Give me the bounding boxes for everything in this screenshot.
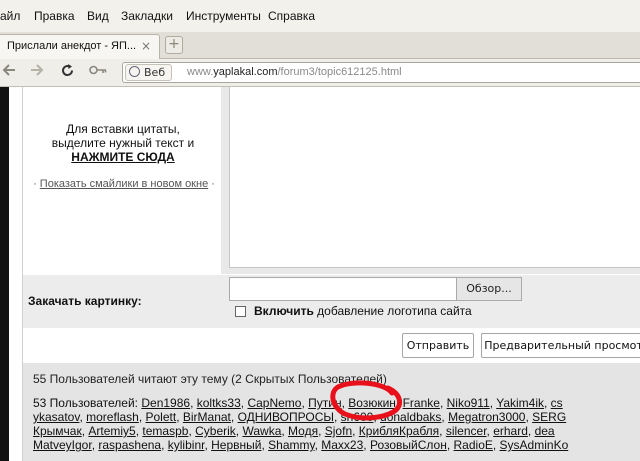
user-link[interactable]: Megatron3000 [448, 410, 525, 424]
user-link[interactable]: moreflash [86, 410, 139, 424]
user-link[interactable]: sh600 [341, 410, 374, 424]
users-row: ykasatov, moreflash, Polett, BirManat, О… [33, 410, 567, 424]
user-link[interactable]: raspashena [98, 438, 161, 452]
menu-tools[interactable]: Инструменты [186, 9, 261, 23]
url-text[interactable]: www.yaplakal.com/forum3/topic612125.html [187, 66, 402, 78]
user-link[interactable]: Путин [308, 396, 341, 410]
user-link[interactable]: erhard [493, 424, 528, 438]
menu-help[interactable]: Справка [268, 9, 315, 23]
user-link[interactable]: BirManat [183, 410, 231, 424]
logo-checkbox-label: Включить добавление логотипа сайта [254, 304, 472, 318]
new-tab-icon[interactable]: + [165, 36, 183, 54]
user-link[interactable]: SERG [532, 410, 566, 424]
user-link[interactable]: РозовыйСлон [370, 438, 447, 452]
user-link[interactable]: donaldbaks [380, 410, 441, 424]
navigation-bar: Веб www.yaplakal.com/forum3/topic612125.… [0, 59, 640, 87]
user-link[interactable]: ykasatov [33, 410, 79, 424]
user-link[interactable]: koltks33 [197, 396, 241, 410]
menu-file[interactable]: айл [0, 9, 20, 23]
menu-bookmarks[interactable]: Закладки [121, 9, 173, 23]
user-link[interactable]: SysAdminKo [500, 438, 569, 452]
user-link[interactable]: Niko911 [447, 396, 490, 410]
user-link[interactable]: cs [551, 396, 563, 410]
user-link[interactable]: ОДНИВОПРОСЫ [238, 410, 334, 424]
logo-checkbox[interactable] [235, 306, 246, 317]
tab-title: Прислали анекдот - ЯП... [7, 40, 137, 52]
user-link[interactable]: MatveyIgor [33, 438, 92, 452]
user-link[interactable]: Нервный [211, 438, 261, 452]
online-users-title: 55 Пользователей читают эту тему (2 Скры… [33, 372, 387, 386]
preview-button[interactable]: Предварительный просмотр [481, 333, 640, 358]
upload-label: Закачать картинку: [28, 294, 142, 308]
tab-current[interactable]: Прислали анекдот - ЯП... × [0, 34, 160, 59]
user-link[interactable]: Franke [403, 396, 440, 410]
user-link[interactable]: dea [535, 424, 555, 438]
smiles-link-block: · Показать смайлики в новом окне · [33, 178, 215, 190]
reload-icon[interactable] [60, 63, 75, 82]
user-link[interactable]: Крымчак [33, 424, 82, 438]
user-link[interactable]: Artemiy5 [88, 424, 135, 438]
user-link[interactable]: КрибляКрабля [359, 424, 439, 438]
user-link[interactable]: Sjofn [325, 424, 352, 438]
forward-icon[interactable] [30, 63, 44, 81]
user-link[interactable]: Yakim4ik [496, 396, 544, 410]
globe-icon [129, 66, 140, 77]
menu-edit[interactable]: Правка [34, 9, 75, 23]
back-icon[interactable] [2, 63, 16, 81]
user-link[interactable]: RadioE [454, 438, 493, 452]
key-icon[interactable] [89, 63, 107, 81]
file-path-input[interactable] [229, 277, 457, 301]
tab-strip: Прислали анекдот - ЯП... × + [0, 32, 640, 59]
quote-hint: Для вставки цитаты, выделите нужный текс… [26, 122, 220, 164]
user-link[interactable]: silencer [446, 424, 487, 438]
send-button[interactable]: Отправить [402, 333, 474, 358]
menu-bar: айл Правка Вид Закладки Инструменты Спра… [0, 0, 640, 33]
user-link[interactable]: kylibinr [168, 438, 205, 452]
online-users-list: 53 Пользователей: Den1986, koltks33, Cap… [33, 396, 640, 452]
user-link[interactable]: Den1986 [141, 396, 190, 410]
user-link[interactable]: CapNemo [247, 396, 301, 410]
user-link[interactable]: Модя [288, 424, 318, 438]
users-row: MatveyIgor, raspashena, kylibinr, Нервны… [33, 438, 569, 452]
address-bar[interactable]: Веб www.yaplakal.com/forum3/topic612125.… [122, 62, 640, 83]
left-dark-edge [0, 87, 9, 461]
user-link[interactable]: temaspb [142, 424, 188, 438]
quote-action-link[interactable]: НАЖМИТЕ СЮДА [26, 150, 220, 164]
user-link[interactable]: Shammy [268, 438, 314, 452]
message-textarea[interactable] [229, 87, 640, 268]
user-link[interactable]: Maxx23 [321, 438, 363, 452]
user-link[interactable]: Возюкин [348, 396, 396, 410]
search-engine-badge[interactable]: Веб [125, 64, 173, 81]
menu-view[interactable]: Вид [87, 9, 109, 23]
users-row: Крымчак, Artemiy5, temaspb, Cyberik, Waw… [33, 424, 555, 438]
browse-button[interactable]: Обзор... [456, 277, 522, 301]
show-smiles-link[interactable]: Показать смайлики в новом окне [40, 178, 208, 190]
user-link[interactable]: Cyberik [195, 424, 236, 438]
close-tab-icon[interactable]: × [141, 39, 151, 53]
user-link[interactable]: Polett [146, 410, 177, 424]
user-link[interactable]: Wawka [242, 424, 281, 438]
users-row: 53 Пользователей: Den1986, koltks33, Cap… [33, 396, 563, 410]
